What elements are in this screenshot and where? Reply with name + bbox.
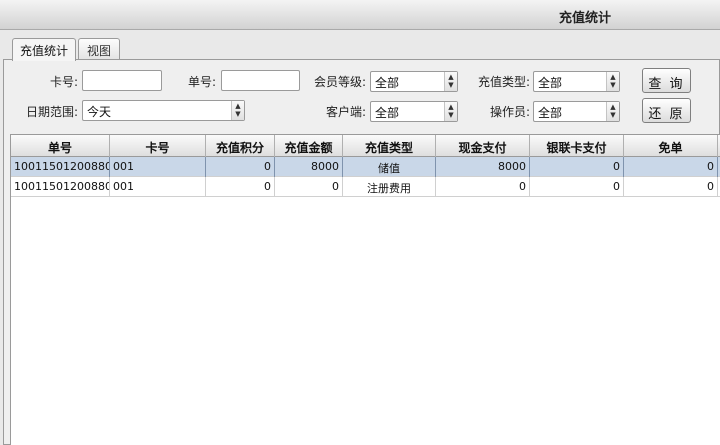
- column-header[interactable]: 现金支付: [436, 135, 530, 157]
- points-cell: 0: [206, 157, 275, 177]
- date-range-select[interactable]: 今天 ▲ ▼: [82, 100, 245, 121]
- charge-type-select[interactable]: 全部 ▲ ▼: [533, 71, 620, 92]
- member-level-select[interactable]: 全部 ▲ ▼: [370, 71, 458, 92]
- charge-type-cell: 注册费用: [343, 177, 436, 197]
- free-cell: 0: [624, 177, 718, 197]
- charge-type-value: 全部: [538, 76, 563, 90]
- date-range-value: 今天: [87, 105, 112, 119]
- title-bar: 充值统计: [0, 0, 720, 30]
- cash-cell: 8000: [436, 157, 530, 177]
- order-no-input[interactable]: [221, 70, 300, 91]
- spinner-arrows-icon: ▲ ▼: [231, 101, 244, 120]
- card-no-cell: 001: [110, 157, 206, 177]
- charge-type-cell: 储值: [343, 157, 436, 177]
- amount-cell: 8000: [275, 157, 343, 177]
- order-no-label: 单号:: [187, 75, 216, 89]
- data-table: 单号 卡号 充值积分 充值金额 充值类型 现金支付 银联卡支付 免单 10011…: [10, 134, 720, 445]
- query-button[interactable]: 查 询: [642, 68, 691, 93]
- card-no-label: 卡号:: [49, 75, 78, 89]
- spinner-arrows-icon: ▲ ▼: [444, 102, 457, 121]
- order-no-cell: 100115012008802: [11, 157, 110, 177]
- client-select[interactable]: 全部 ▲ ▼: [370, 101, 458, 122]
- table-row[interactable]: 100115012008802 001 0 8000 储值 8000 0 0: [11, 157, 720, 177]
- spinner-arrows-icon: ▲ ▼: [444, 72, 457, 91]
- tab-recharge-stats[interactable]: 充值统计: [12, 38, 76, 61]
- date-range-label: 日期范围:: [25, 105, 78, 119]
- spinner-arrows-icon: ▲ ▼: [606, 102, 619, 121]
- column-header[interactable]: 卡号: [110, 135, 206, 157]
- column-header[interactable]: 银联卡支付: [530, 135, 624, 157]
- client-value: 全部: [375, 106, 400, 120]
- member-level-value: 全部: [375, 76, 400, 90]
- charge-type-label: 充值类型:: [477, 75, 530, 89]
- order-no-cell: 100115012008801: [11, 177, 110, 197]
- column-header[interactable]: 充值类型: [343, 135, 436, 157]
- column-header[interactable]: 充值积分: [206, 135, 275, 157]
- column-header[interactable]: 免单: [624, 135, 718, 157]
- operator-value: 全部: [538, 106, 563, 120]
- member-level-label: 会员等级:: [313, 75, 366, 89]
- reset-button[interactable]: 还 原: [642, 98, 691, 123]
- table-header: 单号 卡号 充值积分 充值金额 充值类型 现金支付 银联卡支付 免单: [11, 135, 720, 157]
- unionpay-cell: 0: [530, 157, 624, 177]
- free-cell: 0: [624, 157, 718, 177]
- unionpay-cell: 0: [530, 177, 624, 197]
- tab-view[interactable]: 视图: [78, 38, 120, 60]
- card-no-input[interactable]: [82, 70, 162, 91]
- column-header[interactable]: 单号: [11, 135, 110, 157]
- amount-cell: 0: [275, 177, 343, 197]
- table-row[interactable]: 100115012008801 001 0 0 注册费用 0 0 0: [11, 177, 720, 197]
- operator-select[interactable]: 全部 ▲ ▼: [533, 101, 620, 122]
- window-title: 充值统计: [558, 11, 611, 26]
- spinner-arrows-icon: ▲ ▼: [606, 72, 619, 91]
- client-label: 客户端:: [325, 105, 366, 119]
- card-no-cell: 001: [110, 177, 206, 197]
- column-header[interactable]: 充值金额: [275, 135, 343, 157]
- cash-cell: 0: [436, 177, 530, 197]
- points-cell: 0: [206, 177, 275, 197]
- operator-label: 操作员:: [489, 105, 530, 119]
